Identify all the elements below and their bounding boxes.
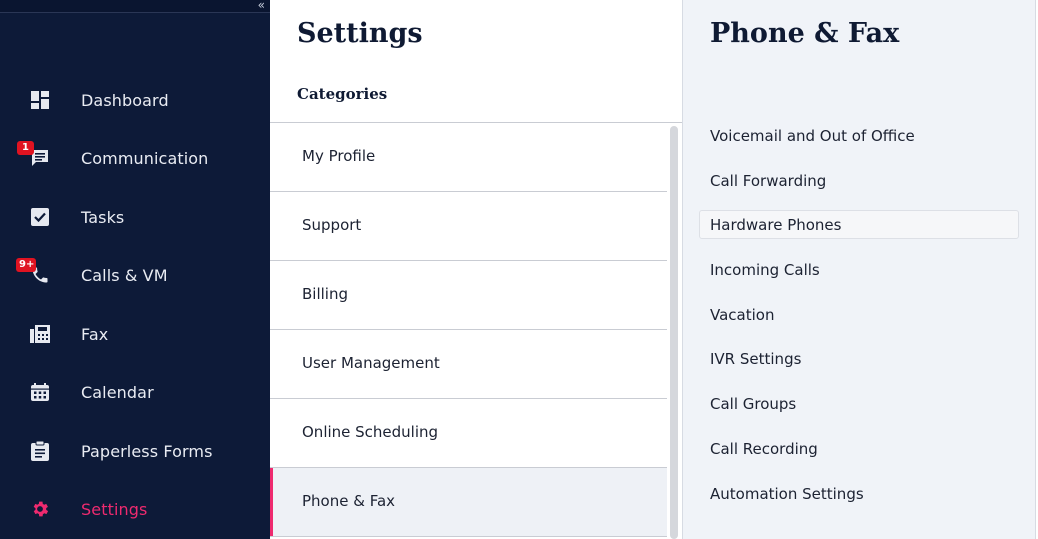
calendar-icon [28,380,52,404]
sidebar-item-paperless-forms[interactable]: Paperless Forms [0,426,270,476]
sidebar-item-dashboard[interactable]: Dashboard [0,75,270,125]
clipboard-icon [28,439,52,463]
category-label: Billing [302,285,348,303]
section-title: Phone & Fax [710,18,900,49]
sidebar-item-label: Dashboard [81,90,169,110]
sidebar-item-communication[interactable]: 1 Communication [0,133,270,183]
notification-badge: 1 [17,141,34,155]
option-call-forwarding[interactable]: Call Forwarding [699,166,1019,195]
sidebar-item-label: Calendar [81,382,154,402]
option-label: Automation Settings [710,485,864,503]
option-label: Call Forwarding [710,172,827,190]
option-label: Voicemail and Out of Office [710,127,915,145]
sidebar-top-strip: « [0,0,270,13]
sidebar-item-label: Paperless Forms [81,441,213,461]
page-title: Settings [297,18,423,49]
settings-panel: Settings Categories My Profile Support B… [270,0,682,539]
category-scrollbar[interactable] [670,126,678,539]
phone-fax-panel: Phone & Fax Voicemail and Out of Office … [682,0,1036,539]
sidebar-item-label: Calls & VM [81,265,168,285]
option-call-groups[interactable]: Call Groups [699,389,1019,418]
category-label: User Management [302,354,440,372]
option-hardware-phones[interactable]: Hardware Phones [699,210,1019,239]
option-vacation[interactable]: Vacation [699,300,1019,329]
sidebar-item-label: Settings [81,499,148,519]
option-label: Vacation [710,306,775,324]
sidebar-item-calendar[interactable]: Calendar [0,367,270,417]
option-label: Incoming Calls [710,261,820,279]
sidebar-item-label: Fax [81,324,109,344]
option-voicemail-out-of-office[interactable]: Voicemail and Out of Office [699,121,1019,150]
sidebar-item-label: Tasks [81,207,125,227]
option-label: IVR Settings [710,350,802,368]
category-label: Support [302,216,362,234]
category-label: My Profile [302,147,376,165]
fax-icon [28,322,52,346]
option-incoming-calls[interactable]: Incoming Calls [699,255,1019,284]
category-support[interactable]: Support [270,192,667,261]
option-ivr-settings[interactable]: IVR Settings [699,344,1019,373]
category-label: Phone & Fax [302,492,396,510]
sidebar: « Dashboard 1 Communication Tasks 9+ Cal… [0,0,270,539]
dashboard-icon [28,88,52,112]
category-my-profile[interactable]: My Profile [270,123,667,192]
category-user-management[interactable]: User Management [270,330,667,399]
collapse-sidebar-button[interactable]: « [258,0,265,12]
sidebar-item-label: Communication [81,148,209,168]
category-phone-fax[interactable]: Phone & Fax [270,468,667,537]
sidebar-item-tasks[interactable]: Tasks [0,192,270,242]
gear-icon [28,497,52,521]
notification-badge: 9+ [16,258,36,272]
sidebar-item-fax[interactable]: Fax [0,309,270,359]
category-billing[interactable]: Billing [270,261,667,330]
categories-heading: Categories [297,85,388,103]
option-label: Call Recording [710,440,818,458]
category-online-scheduling[interactable]: Online Scheduling [270,399,667,468]
category-list: My Profile Support Billing User Manageme… [270,123,667,537]
sidebar-item-calls-vm[interactable]: 9+ Calls & VM [0,250,270,300]
sidebar-item-settings[interactable]: Settings [0,484,270,534]
option-call-recording[interactable]: Call Recording [699,434,1019,463]
checkbox-icon [28,205,52,229]
option-automation-settings[interactable]: Automation Settings [699,479,1019,508]
option-label: Call Groups [710,395,797,413]
option-label: Hardware Phones [710,216,842,234]
category-label: Online Scheduling [302,423,439,441]
